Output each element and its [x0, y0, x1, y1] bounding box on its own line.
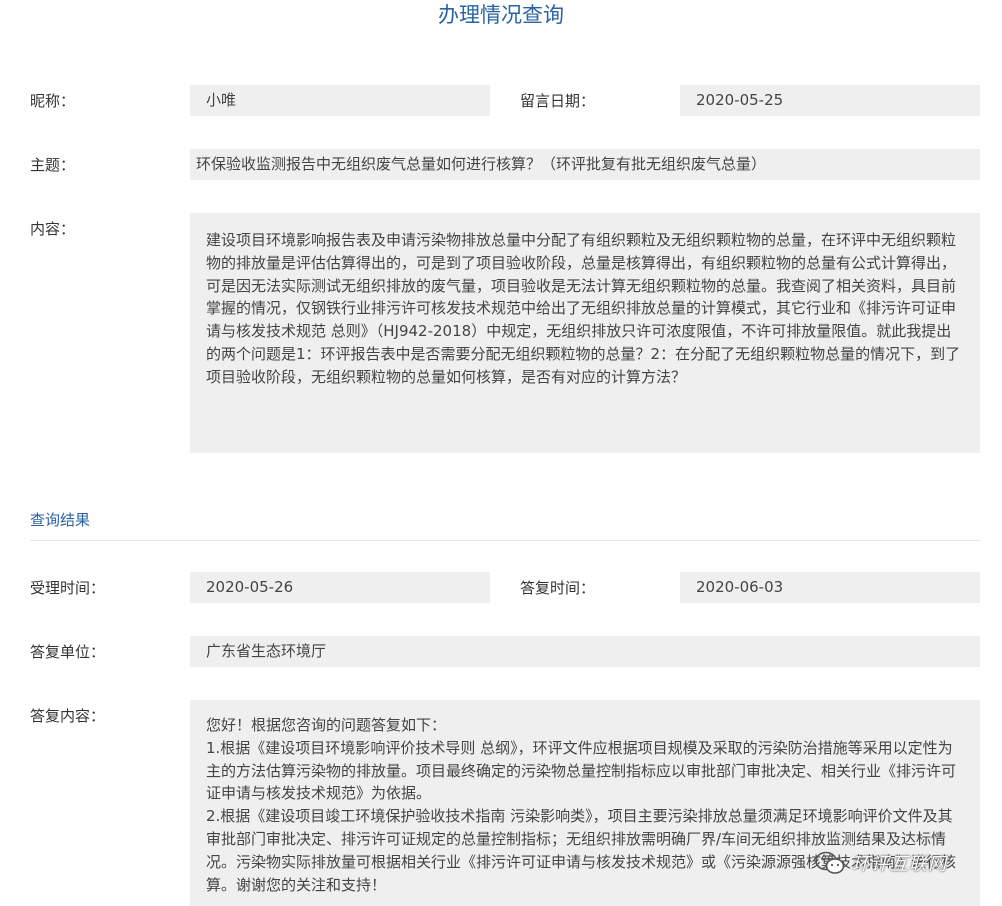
- reply-content-label: 答复内容：: [30, 707, 106, 725]
- reply-unit-value: 广东省生态环境厅: [190, 636, 980, 667]
- reply-time-value: 2020-06-03: [680, 572, 980, 603]
- nickname-value: 小唯: [190, 85, 490, 116]
- accept-time-value: 2020-05-26: [190, 572, 490, 603]
- message-date-value: 2020-05-25: [680, 85, 980, 116]
- accept-time-label: 受理时间：: [30, 579, 106, 597]
- result-section-title: 查询结果: [30, 511, 91, 529]
- watermark-text: 环评互联网: [852, 854, 947, 875]
- nickname-label: 昵称：: [30, 92, 76, 110]
- content-label: 内容：: [30, 220, 76, 238]
- reply-time-label: 答复时间：: [520, 579, 596, 597]
- page-title: 办理情况查询: [438, 3, 564, 27]
- subject-value: 环保验收监测报告中无组织废气总量如何进行核算？（环评批复有批无组织废气总量）: [190, 149, 980, 180]
- message-date-label: 留言日期：: [520, 92, 596, 110]
- watermark: 环评互联网: [814, 848, 947, 878]
- wechat-icon: [815, 851, 845, 874]
- content-value: 建设项目环境影响报告表及申请污染物排放总量中分配了有组织颗粒及无组织颗粒物的总量…: [190, 213, 980, 453]
- section-divider: [30, 540, 980, 541]
- reply-unit-label: 答复单位：: [30, 643, 106, 661]
- subject-label: 主题：: [30, 156, 76, 174]
